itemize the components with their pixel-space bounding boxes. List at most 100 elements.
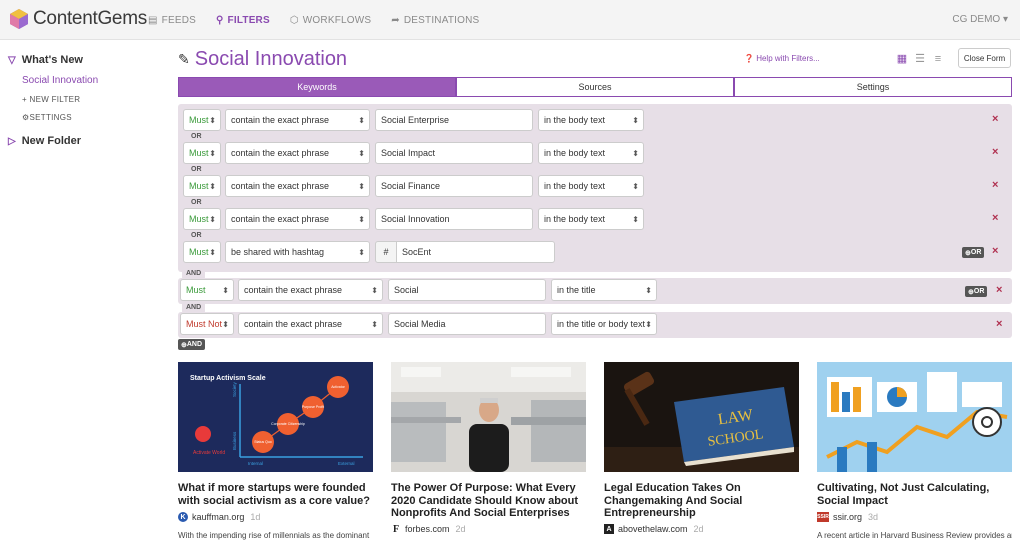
condition-select[interactable]: be shared with hashtag [225, 241, 370, 263]
article-age: 1d [250, 512, 261, 522]
qualifier-select[interactable]: Must [183, 208, 221, 230]
rule-row-must-not: Must Not contain the exact phrase Social… [178, 312, 1012, 338]
svg-text:Society: Society [232, 381, 237, 397]
tab-keywords[interactable]: Keywords [178, 77, 456, 97]
user-menu[interactable]: CG DEMO ▾ [952, 14, 1008, 25]
title-row: ✎ Social Innovation [178, 48, 347, 71]
add-or-label: OR [973, 288, 985, 295]
compact-view-icon[interactable]: ≡ [932, 53, 944, 65]
article-card[interactable]: Startup Activism Scale Status Quo Corpor… [178, 362, 373, 540]
settings-label: SETTINGS [29, 113, 72, 122]
qualifier-select[interactable]: Must [183, 175, 221, 197]
nav-workflows[interactable]: ⬡ WORKFLOWS [290, 0, 371, 40]
phrase-input[interactable]: Social Enterprise [375, 109, 533, 131]
article-source[interactable]: K kauffman.org 1d [178, 512, 260, 522]
article-title[interactable]: Legal Education Takes On Changemaking An… [604, 482, 799, 520]
nav-filters[interactable]: ⚲ FILTERS [216, 0, 270, 40]
article-thumbnail[interactable]: Startup Activism Scale Status Quo Corpor… [178, 362, 373, 472]
phrase-input[interactable]: Social Innovation [375, 208, 533, 230]
condition-select[interactable]: contain the exact phrase [225, 142, 370, 164]
phrase-input[interactable]: Social Finance [375, 175, 533, 197]
question-icon: ❓ [744, 54, 754, 63]
remove-rule-icon[interactable]: × [992, 212, 998, 224]
sidebar-item-social-innovation[interactable]: Social Innovation [22, 75, 98, 86]
nav-destinations[interactable]: ➦ DESTINATIONS [391, 0, 479, 40]
condition-select[interactable]: contain the exact phrase [225, 208, 370, 230]
remove-rule-icon[interactable]: × [992, 113, 998, 125]
grid-view-icon[interactable]: ▦ [896, 53, 908, 65]
nav-destinations-label: DESTINATIONS [403, 14, 480, 26]
article-title[interactable]: Cultivating, Not Just Calculating, Socia… [817, 482, 1012, 507]
gem-logo-icon [10, 9, 28, 29]
settings-link[interactable]: ⚙SETTINGS [22, 113, 72, 122]
article-age: 2d [693, 524, 704, 534]
location-select[interactable]: in the body text [538, 109, 644, 131]
condition-select[interactable]: contain the exact phrase [225, 109, 370, 131]
folder-open-icon: ▽ [8, 54, 16, 66]
svg-text:External: External [338, 461, 355, 466]
add-and-button[interactable]: ⊕ AND [178, 339, 206, 350]
nav-feeds[interactable]: ▤ FEEDS [148, 0, 196, 40]
new-filter-link[interactable]: + NEW FILTER [22, 95, 80, 104]
article-card[interactable]: The Power Of Purpose: What Every 2020 Ca… [391, 362, 586, 535]
article-card[interactable]: Cultivating, Not Just Calculating, Socia… [817, 362, 1012, 540]
app-name: ContentGems [33, 8, 147, 29]
add-and-label: AND [186, 341, 203, 348]
abovethelaw-favicon-icon: A [604, 524, 614, 534]
folder-new-folder[interactable]: ▷ New Folder [8, 135, 81, 147]
add-or-button[interactable]: ⊕ OR [962, 247, 985, 258]
article-source[interactable]: F forbes.com 2d [391, 524, 466, 535]
article-thumbnail[interactable] [391, 362, 586, 472]
hashtag-input[interactable]: SocEnt [396, 241, 555, 263]
article-source[interactable]: A abovethelaw.com 2d [604, 524, 704, 534]
workflow-icon: ⬡ [289, 14, 299, 26]
remove-rule-icon[interactable]: × [992, 179, 998, 191]
rule-row-hashtag: Must be shared with hashtag # SocEnt ⊕OR… [178, 240, 1012, 264]
condition-select[interactable]: contain the exact phrase [225, 175, 370, 197]
article-thumbnail[interactable] [817, 362, 1012, 472]
add-or-button[interactable]: ⊕ OR [965, 286, 988, 297]
tab-sources[interactable]: Sources [456, 77, 734, 97]
folder-whats-new[interactable]: ▽ What's New [8, 54, 83, 66]
article-source[interactable]: SSIR ssir.org 3d [817, 512, 878, 522]
filter-tabs: Keywords Sources Settings [178, 77, 1012, 97]
qualifier-select[interactable]: Must [183, 241, 221, 263]
nav-workflows-label: WORKFLOWS [302, 14, 372, 26]
location-select[interactable]: in the body text [538, 175, 644, 197]
pencil-icon[interactable]: ✎ [178, 51, 190, 68]
nav-filters-label: FILTERS [227, 14, 270, 26]
qualifier-select[interactable]: Must [183, 109, 221, 131]
logo[interactable]: ContentGems [8, 8, 147, 30]
phrase-input[interactable]: Social [388, 279, 546, 301]
condition-select[interactable]: contain the exact phrase [238, 279, 383, 301]
kauffman-favicon-icon: K [178, 512, 188, 522]
article-thumbnail[interactable]: LAW SCHOOL [604, 362, 799, 472]
location-select[interactable]: in the body text [538, 142, 644, 164]
qualifier-select[interactable]: Must Not [180, 313, 234, 335]
location-select[interactable]: in the title or body text [551, 313, 657, 335]
article-title[interactable]: The Power Of Purpose: What Every 2020 Ca… [391, 482, 586, 520]
remove-rule-icon[interactable]: × [992, 146, 998, 158]
remove-rule-icon[interactable]: × [992, 245, 998, 257]
qualifier-select[interactable]: Must [183, 142, 221, 164]
qualifier-select[interactable]: Must [180, 279, 234, 301]
tab-settings[interactable]: Settings [734, 77, 1012, 97]
source-name: ssir.org [833, 512, 863, 522]
remove-rule-icon[interactable]: × [996, 318, 1002, 330]
list-view-icon[interactable]: ☰ [914, 53, 926, 65]
location-select[interactable]: in the body text [538, 208, 644, 230]
view-toggle: ▦ ☰ ≡ [896, 53, 950, 65]
remove-rule-icon[interactable]: × [996, 284, 1002, 296]
article-title[interactable]: What if more startups were founded with … [178, 482, 373, 507]
article-card[interactable]: LAW SCHOOL Legal Education Takes On Chan… [604, 362, 799, 534]
or-label: OR [191, 166, 202, 173]
folder-new-folder-label: New Folder [21, 135, 81, 147]
condition-select[interactable]: contain the exact phrase [238, 313, 383, 335]
close-form-button[interactable]: Close Form [958, 48, 1011, 68]
location-select[interactable]: in the title [551, 279, 657, 301]
phrase-input[interactable]: Social Media [388, 313, 546, 335]
rule-row: Must contain the exact phrase Social Inn… [178, 207, 1012, 231]
svg-text:Business: Business [232, 431, 237, 450]
help-link[interactable]: ❓ Help with Filters... [744, 54, 820, 63]
phrase-input[interactable]: Social Impact [375, 142, 533, 164]
